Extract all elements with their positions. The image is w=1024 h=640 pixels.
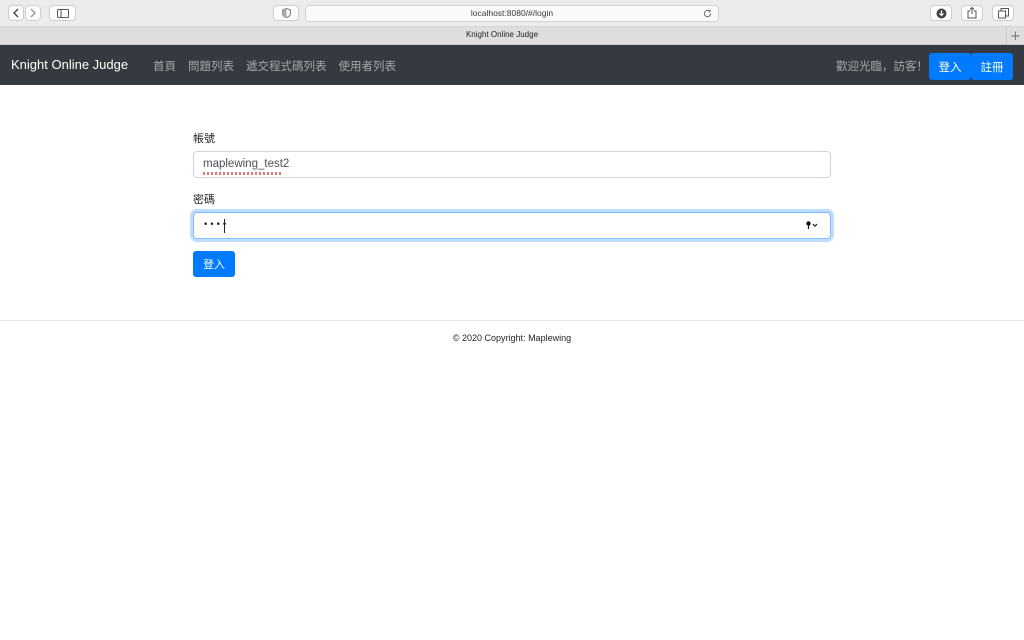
nav-link-home[interactable]: 首頁	[153, 58, 176, 74]
key-dropdown-icon[interactable]	[806, 221, 820, 230]
new-tab-button[interactable]: +	[1006, 27, 1024, 45]
sidebar-button[interactable]	[49, 5, 76, 21]
downloads-button[interactable]	[930, 5, 952, 21]
username-input[interactable]: maplewing_test2	[193, 151, 831, 178]
nav-link-users[interactable]: 使用者列表	[339, 58, 397, 74]
nav-links: 首頁 問題列表 遞交程式碼列表 使用者列表	[153, 58, 396, 74]
site-navbar: Knight Online Judge 首頁 問題列表 遞交程式碼列表 使用者列…	[0, 45, 1024, 85]
forward-button[interactable]	[25, 5, 41, 21]
welcome-text: 歡迎光臨，訪客！	[836, 59, 928, 73]
password-label: 密碼	[193, 193, 215, 206]
back-button[interactable]	[8, 5, 24, 21]
privacy-report-button[interactable]	[273, 5, 299, 21]
address-bar[interactable]: localhost:8080/#/login	[305, 5, 719, 22]
footer-copyright: © 2020 Copyright: Maplewing	[452, 333, 572, 343]
url-text: localhost:8080/#/login	[470, 8, 554, 18]
chevron-right-icon	[30, 8, 36, 18]
username-label: 帳號	[193, 132, 215, 145]
chevron-left-icon	[13, 8, 19, 18]
nav-link-problems[interactable]: 問題列表	[188, 58, 234, 74]
nav-login-button[interactable]: 登入	[929, 53, 971, 80]
nav-register-button[interactable]: 註冊	[971, 53, 1013, 80]
text-caret	[224, 219, 225, 233]
spellcheck-underline	[203, 172, 283, 175]
nav-link-submissions[interactable]: 遞交程式碼列表	[246, 58, 327, 74]
share-button[interactable]	[961, 5, 983, 21]
download-icon	[936, 8, 946, 18]
footer-divider	[0, 320, 1024, 321]
tabs-icon	[997, 7, 1009, 18]
tab-active[interactable]: Knight Online Judge	[0, 30, 1004, 39]
tabs-overview-button[interactable]	[992, 5, 1014, 21]
reload-icon[interactable]	[703, 9, 712, 18]
login-submit-button[interactable]: 登入	[193, 251, 235, 277]
tab-bar: Knight Online Judge +	[0, 27, 1024, 45]
sidebar-icon	[56, 8, 69, 18]
username-value: maplewing_test2	[203, 158, 290, 170]
shield-icon	[281, 8, 291, 18]
site-brand[interactable]: Knight Online Judge	[11, 57, 128, 72]
browser-toolbar: localhost:8080/#/login	[0, 0, 1024, 27]
password-input[interactable]: ••••	[193, 212, 831, 239]
share-icon	[967, 7, 977, 19]
